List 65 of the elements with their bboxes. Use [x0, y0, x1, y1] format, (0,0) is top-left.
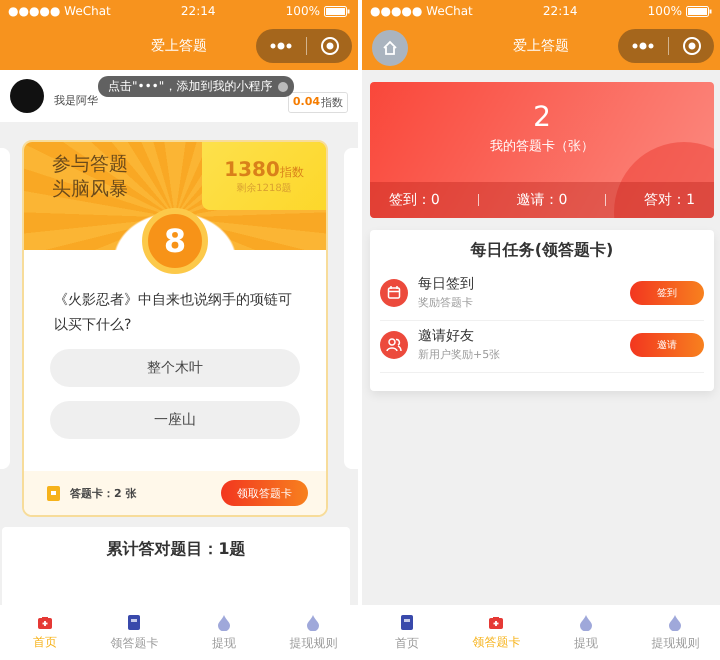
score-unit: 指数 [321, 94, 343, 110]
avatar [10, 79, 44, 113]
capsule-menu[interactable] [618, 29, 714, 63]
card-icon [127, 614, 142, 630]
card-title: 头脑风暴 [52, 176, 128, 202]
close-icon[interactable] [682, 36, 702, 56]
tab[interactable]: 领答题卡 [452, 605, 541, 660]
stat-text: 答对：1 [644, 191, 696, 209]
medical-kit-icon [488, 614, 504, 630]
answer-option[interactable]: 整个木叶 [50, 349, 300, 387]
tasks-title: 每日任务(领答题卡) [470, 240, 614, 261]
score-value: 0.04 [292, 94, 320, 110]
answer-option[interactable]: 一座山 [50, 401, 300, 439]
card-title: 参与答题 [52, 152, 128, 177]
clock-text: 22:14 [180, 4, 216, 18]
people-icon [380, 330, 408, 358]
battery-text: 100% [648, 4, 682, 18]
clock-text: 22:14 [542, 4, 578, 18]
card-icon [400, 614, 414, 630]
battery-icon [686, 6, 712, 16]
card-icon [46, 484, 62, 502]
stat-text: 签到：0 [388, 191, 440, 209]
battery-text: 100% [286, 4, 320, 18]
carrier-text: ●●●●● WeChat [8, 4, 111, 18]
carrier-text: ●●●●● WeChat [370, 4, 473, 18]
battery-icon [324, 6, 350, 16]
task-button[interactable]: 邀请 [630, 332, 704, 356]
tab[interactable]: 提现 [541, 605, 630, 660]
question-text: 《火影忍者》中自来也说纲手的项链可以买下什么? [54, 291, 293, 334]
stat-text: 邀请：0 [516, 191, 568, 209]
card-count-label: 我的答题卡（张） [490, 138, 594, 155]
tooltip-text: 点击"•••"，添加到我的小程序 [108, 78, 272, 95]
medical-kit-icon [36, 614, 53, 630]
tab[interactable]: 提现 [179, 605, 268, 660]
task-subtitle: 奖励答题卡 [418, 295, 474, 310]
tab[interactable]: 首页 [362, 605, 452, 660]
claim-button[interactable]: 领取答题卡 [221, 480, 308, 506]
tab[interactable]: 领答题卡 [90, 605, 179, 660]
tab[interactable]: 提现规则 [630, 605, 720, 660]
droplet-icon [306, 614, 320, 630]
remaining-text: 剩余1218题 [236, 182, 292, 195]
user-name: 我是阿华 [54, 92, 98, 108]
card-count: 2 [533, 100, 551, 133]
task-button[interactable]: 签到 [630, 280, 704, 304]
card-count: 答题卡：2 张 [70, 486, 138, 500]
more-icon[interactable] [630, 42, 654, 50]
droplet-icon [216, 614, 231, 630]
task-title: 邀请好友 [418, 327, 475, 345]
droplet-icon [578, 614, 593, 630]
close-icon[interactable] [320, 36, 340, 56]
task-title: 每日签到 [418, 275, 475, 293]
nav-title: 爱上答题 [513, 37, 569, 55]
tab[interactable]: 提现规则 [268, 605, 358, 660]
calendar-icon [380, 278, 408, 306]
tab[interactable]: 首页 [0, 605, 90, 660]
question-number: 8 [142, 208, 208, 274]
more-icon[interactable] [268, 42, 292, 50]
droplet-icon [668, 614, 682, 630]
nav-title: 爱上答题 [151, 37, 207, 55]
total-text: 累计答对题目：1题 [106, 539, 246, 560]
index-value: 1380 [224, 157, 280, 181]
task-subtitle: 新用户奖励+5张 [418, 347, 502, 362]
tooltip-close-icon[interactable] [278, 82, 288, 92]
index-unit: 指数 [280, 164, 304, 181]
capsule-menu[interactable] [256, 29, 352, 63]
